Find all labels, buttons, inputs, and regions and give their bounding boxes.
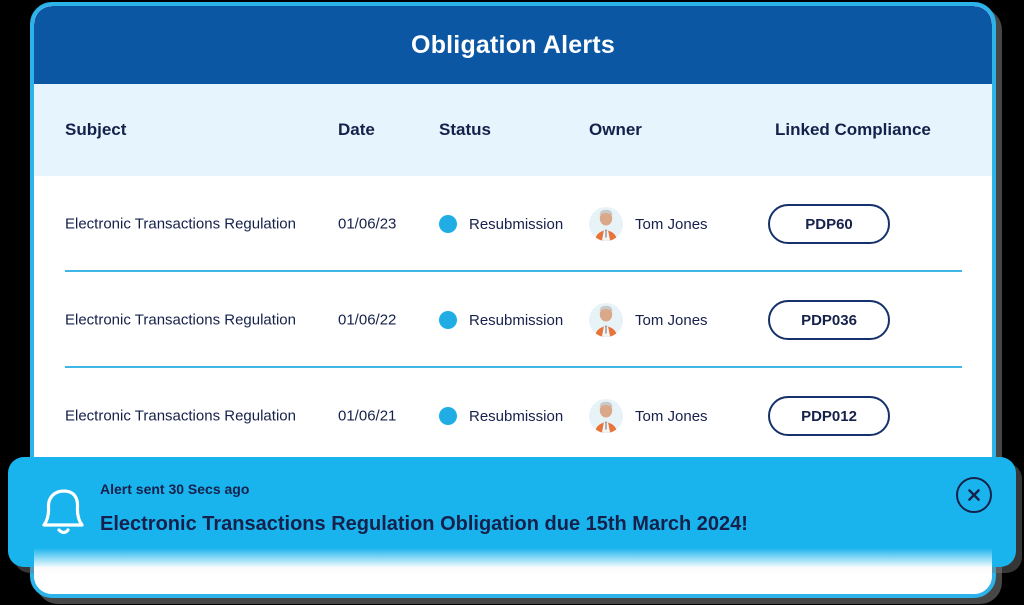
- status-label: Resubmission: [469, 215, 564, 233]
- table-row[interactable]: Electronic Transactions Regulation 01/06…: [34, 368, 992, 464]
- cell-subject: Electronic Transactions Regulation: [65, 407, 296, 425]
- status-dot-icon: [439, 215, 457, 233]
- owner-name: Tom Jones: [635, 311, 708, 329]
- status-dot-icon: [439, 311, 457, 329]
- cell-date: 01/06/22: [338, 311, 397, 329]
- cell-status: Resubmission: [439, 407, 563, 425]
- table-row[interactable]: Electronic Transactions Regulation 01/06…: [34, 176, 992, 272]
- status-dot-icon: [439, 407, 457, 425]
- cell-owner: Tom Jones: [589, 207, 708, 241]
- linked-compliance-pill[interactable]: PDP60: [768, 204, 890, 244]
- cell-subject: Electronic Transactions Regulation: [65, 215, 296, 233]
- screenshot-root: Obligation Alerts Subject Date Status Ow…: [0, 0, 1024, 605]
- table-row[interactable]: Electronic Transactions Regulation 01/06…: [34, 272, 992, 368]
- alert-banner: Alert sent 30 Secs ago Electronic Transa…: [8, 457, 1016, 567]
- cell-status: Resubmission: [439, 215, 563, 233]
- bell-icon: [38, 485, 90, 541]
- alert-message: Electronic Transactions Regulation Oblig…: [100, 513, 748, 535]
- close-icon: [966, 487, 982, 503]
- column-header-owner: Owner: [589, 120, 642, 139]
- cell-linked-compliance: PDP60: [768, 204, 890, 244]
- avatar: [589, 303, 623, 337]
- status-label: Resubmission: [469, 311, 564, 329]
- page-title: Obligation Alerts: [411, 30, 615, 59]
- status-label: Resubmission: [469, 407, 564, 425]
- cell-status: Resubmission: [439, 311, 563, 329]
- alert-timestamp: Alert sent 30 Secs ago: [100, 481, 250, 497]
- column-header-date: Date: [338, 120, 375, 139]
- cell-date: 01/06/21: [338, 407, 397, 425]
- linked-compliance-pill[interactable]: PDP012: [768, 396, 890, 436]
- cell-date: 01/06/23: [338, 215, 397, 233]
- alert-text-block: Alert sent 30 Secs ago Electronic Transa…: [100, 481, 748, 536]
- table-column-header: Subject Date Status Owner Linked Complia…: [34, 84, 992, 176]
- avatar: [589, 207, 623, 241]
- cell-linked-compliance: PDP012: [768, 396, 890, 436]
- card-title-bar: Obligation Alerts: [34, 6, 992, 84]
- column-header-subject: Subject: [65, 120, 127, 139]
- column-header-linked-compliance: Linked Compliance: [775, 120, 931, 139]
- owner-name: Tom Jones: [635, 407, 708, 425]
- cell-subject: Electronic Transactions Regulation: [65, 311, 296, 329]
- cell-linked-compliance: PDP036: [768, 300, 890, 340]
- cell-owner: Tom Jones: [589, 303, 708, 337]
- avatar: [589, 399, 623, 433]
- cell-owner: Tom Jones: [589, 399, 708, 433]
- column-header-status: Status: [439, 120, 491, 139]
- linked-compliance-pill[interactable]: PDP036: [768, 300, 890, 340]
- close-button[interactable]: [956, 477, 992, 513]
- owner-name: Tom Jones: [635, 215, 708, 233]
